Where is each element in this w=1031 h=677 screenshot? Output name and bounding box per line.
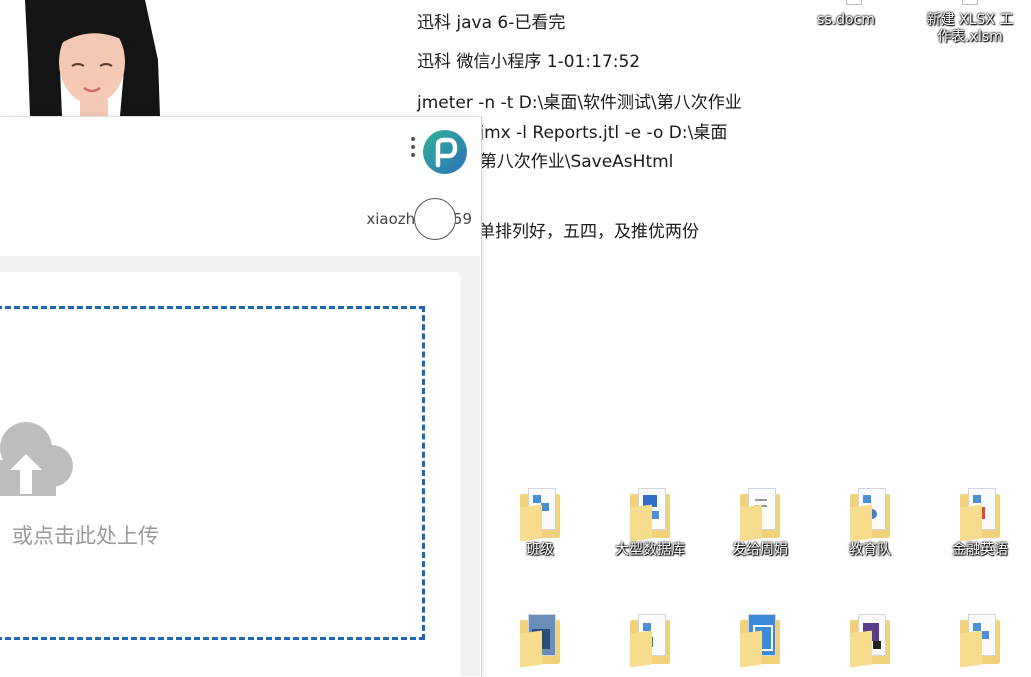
folder-icon [520,614,560,668]
folder-icon [630,614,670,668]
file-icon-ss-docm[interactable] [846,0,862,5]
desktop-folder[interactable] [705,614,815,668]
folder-label: 班级 [526,542,554,558]
desktop-file-ss-docm[interactable]: ss.docm [791,12,901,29]
desktop-note: 试\第八次作业\SaveAsHtml [457,152,674,172]
desktop-file-xlsm[interactable]: 新建 XLSX 工 作表.xlsm [915,12,1025,46]
folder-icon [630,488,670,542]
file-icon-xlsm[interactable] [962,0,978,5]
desktop-folder[interactable] [595,614,705,668]
desktop-folder[interactable] [815,614,925,668]
app-logo-icon [422,129,468,175]
desktop-note: 迅科 java 6-已看完 [417,13,566,33]
desktop-folder[interactable] [925,614,1031,668]
cloud-upload-icon[interactable] [0,420,74,496]
desktop-folder[interactable]: 大型数据库 [595,488,705,559]
folder-label: 发给周娟 [732,542,788,558]
desktop-folder[interactable]: 金融英语 [925,488,1031,559]
folder-label: 金融英语 [952,542,1008,558]
desktop-note: jmeter -n -t D:\桌面\软件测试\第八次作业 [417,93,742,113]
folder-label: 教育队 [849,542,891,558]
folder-icon [850,488,890,542]
folder-label: 大型数据库 [615,542,685,558]
desktop-note: 迅科 微信小程序 1-01:17:52 [417,52,641,72]
desktop-file-label: ss.docm [817,12,875,28]
desktop-file-label-line2: 作表.xlsm [937,29,1003,45]
desktop-folder[interactable]: 班级 [485,488,595,559]
portrait-image [20,0,165,116]
folder-icon [960,488,1000,542]
desktop-file-label-line1: 新建 XLSX 工 [926,12,1014,28]
more-options-icon[interactable] [410,137,416,161]
desktop-note: 名单排列好，五四，及推优两份 [461,222,699,242]
desktop-folder[interactable]: 发给周娟 [705,488,815,559]
upload-hint-text[interactable]: 或点击此处上传 [12,520,159,550]
desktop-note: 试.jmx -l Reports.jtl -e -o D:\桌面 [457,123,728,143]
folder-icon [740,488,780,542]
folder-icon [960,614,1000,668]
desktop-folder[interactable]: 教育队 [815,488,925,559]
folder-icon [520,488,560,542]
folder-icon [740,614,780,668]
folder-icon [850,614,890,668]
avatar[interactable] [414,198,456,240]
desktop-folder[interactable] [485,614,595,668]
